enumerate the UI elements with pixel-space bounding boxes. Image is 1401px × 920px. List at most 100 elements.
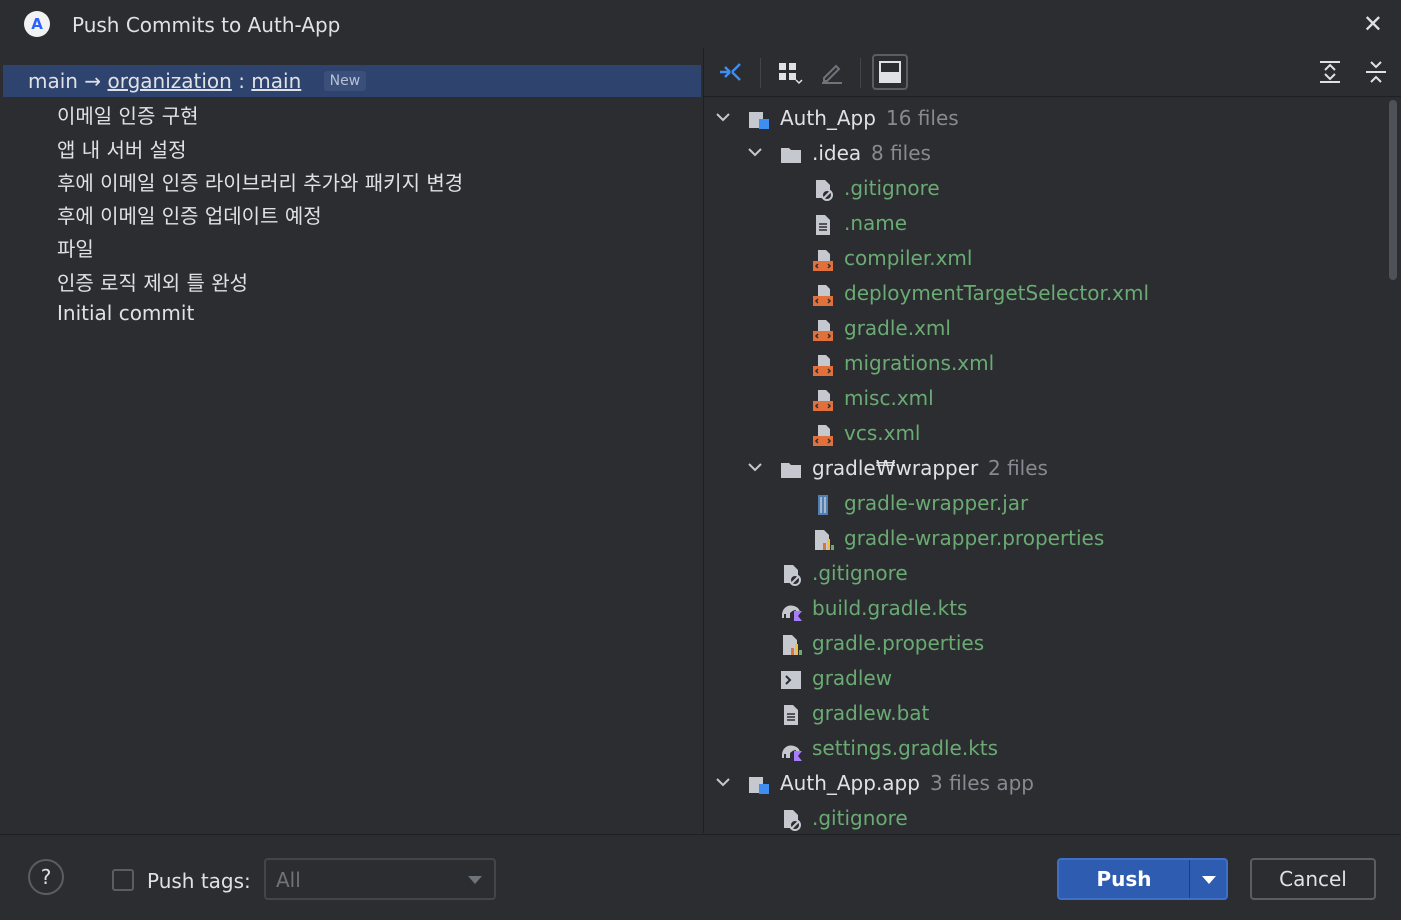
properties-file-icon: [780, 633, 802, 655]
tree-folder-row[interactable]: Auth_App 16 files: [704, 102, 1384, 134]
xml-file-icon: [812, 423, 834, 446]
tree-item-name: .gitignore: [844, 176, 940, 200]
remote-name-link[interactable]: organization: [107, 69, 231, 93]
tree-file-row[interactable]: gradlew: [704, 662, 1384, 694]
commit-item[interactable]: 파일: [57, 233, 94, 262]
close-icon[interactable]: ✕: [1363, 10, 1383, 38]
tree-item-name: gradlew.bat: [812, 701, 930, 725]
tree-file-row[interactable]: gradle-wrapper.jar: [704, 487, 1384, 519]
push-button[interactable]: Push: [1057, 858, 1228, 900]
xml-file-icon: [812, 248, 834, 271]
tree-item-name: settings.gradle.kts: [812, 736, 999, 760]
tree-file-row[interactable]: vcs.xml: [704, 417, 1384, 449]
tree-file-row[interactable]: build.gradle.kts: [704, 592, 1384, 624]
xml-file-icon: [812, 283, 834, 306]
properties-file-icon: [812, 528, 834, 550]
tree-item-name: gradle-wrapper.jar: [844, 491, 1029, 515]
edit-icon[interactable]: [818, 58, 846, 86]
xml-file-icon: [812, 388, 834, 411]
commit-item[interactable]: Initial commit: [57, 301, 194, 325]
group-by-icon[interactable]: [776, 58, 804, 86]
tree-folder-row[interactable]: Auth_App.app 3 files app: [704, 767, 1384, 799]
local-branch: main: [28, 69, 78, 93]
jar-file-icon: [812, 493, 834, 515]
tree-item-name: deploymentTargetSelector.xml: [844, 281, 1150, 305]
push-tags-label: Push tags:: [147, 869, 251, 893]
module-icon: [748, 773, 770, 795]
tree-file-row[interactable]: .name: [704, 207, 1384, 239]
tree-file-row[interactable]: gradle.xml: [704, 312, 1384, 344]
tree-item-name: compiler.xml: [844, 246, 973, 270]
folder-icon: [780, 458, 802, 480]
pin-icon[interactable]: [716, 58, 744, 86]
tree-file-row[interactable]: gradle.properties: [704, 627, 1384, 659]
commit-item[interactable]: 후에 이메일 인증 업데이트 예정: [57, 200, 322, 229]
preview-icon[interactable]: [872, 54, 908, 90]
xml-file-icon: [812, 318, 834, 341]
tree-item-count: 3 files app: [930, 771, 1034, 795]
tree-file-row[interactable]: settings.gradle.kts: [704, 732, 1384, 764]
remote-separator: :: [238, 69, 245, 93]
commit-item[interactable]: 후에 이메일 인증 라이브러리 추가와 패키지 변경: [57, 167, 463, 196]
tree-item-name: misc.xml: [844, 386, 934, 410]
tree-file-row[interactable]: gradlew.bat: [704, 697, 1384, 729]
expand-all-icon[interactable]: [1316, 58, 1344, 86]
tree-file-row[interactable]: deploymentTargetSelector.xml: [704, 277, 1384, 309]
tree-item-count: 2 files: [988, 456, 1048, 480]
gradle-kts-icon: [780, 598, 802, 621]
remote-branch-link[interactable]: main: [251, 69, 301, 93]
tree-file-row[interactable]: .gitignore: [704, 557, 1384, 589]
commit-item[interactable]: 인증 로직 제외 틀 완성: [57, 267, 248, 296]
help-button[interactable]: ?: [28, 859, 64, 895]
tags-select[interactable]: All: [264, 858, 496, 900]
toolbar-separator: [860, 58, 861, 88]
text-file-icon: [812, 213, 834, 235]
tree-item-name: gradle.xml: [844, 316, 951, 340]
commit-item[interactable]: 이메일 인증 구현: [57, 100, 199, 129]
tree-file-row[interactable]: misc.xml: [704, 382, 1384, 414]
tree-item-count: 16 files: [886, 106, 959, 130]
cancel-button[interactable]: Cancel: [1250, 858, 1376, 900]
ignore-file-icon: [780, 563, 802, 586]
tree-item-name: Auth_App: [780, 106, 876, 130]
tree-folder-row[interactable]: gradle₩wrapper 2 files: [704, 452, 1384, 484]
branch-target-row[interactable]: main → organization : main New: [3, 65, 701, 97]
tree-scrollbar[interactable]: [1389, 100, 1397, 280]
ignore-file-icon: [812, 178, 834, 201]
tree-file-row[interactable]: .gitignore: [704, 802, 1384, 834]
toolbar-separator: [760, 58, 761, 88]
tree-folder-row[interactable]: .idea 8 files: [704, 137, 1384, 169]
tree-file-row[interactable]: .gitignore: [704, 172, 1384, 204]
tree-file-row[interactable]: compiler.xml: [704, 242, 1384, 274]
tree-file-row[interactable]: gradle-wrapper.properties: [704, 522, 1384, 554]
tree-item-name: .idea: [812, 141, 862, 165]
tree-item-name: vcs.xml: [844, 421, 921, 445]
dialog-title: Push Commits to Auth-App: [72, 13, 341, 37]
tree-item-name: .gitignore: [812, 561, 908, 585]
ignore-file-icon: [780, 808, 802, 831]
push-options-chevron-icon[interactable]: [1202, 876, 1216, 884]
folder-icon: [780, 143, 802, 165]
android-studio-icon: A: [24, 11, 50, 37]
tree-item-name: .name: [844, 211, 908, 235]
tree-item-name: gradlew: [812, 666, 893, 690]
arrow-icon: →: [84, 69, 102, 93]
commit-item[interactable]: 앱 내 서버 설정: [57, 134, 186, 163]
shell-script-icon: [780, 668, 802, 690]
tree-item-name: gradle-wrapper.properties: [844, 526, 1105, 550]
changes-pane: Auth_App 16 files .idea 8 files .gitignore .n…: [704, 48, 1401, 833]
gradle-kts-icon: [780, 738, 802, 761]
tree-file-row[interactable]: migrations.xml: [704, 347, 1384, 379]
tree-item-name: gradle.properties: [812, 631, 985, 655]
tree-item-name: .gitignore: [812, 806, 908, 830]
xml-file-icon: [812, 353, 834, 376]
text-file-icon: [780, 703, 802, 725]
tags-select-value: All: [276, 868, 301, 892]
push-tags-checkbox[interactable]: [112, 869, 134, 891]
tree-item-name: Auth_App.app: [780, 771, 920, 795]
chevron-down-icon: [468, 876, 482, 884]
tree-item-name: gradle₩wrapper: [812, 456, 979, 480]
collapse-all-icon[interactable]: [1362, 58, 1390, 86]
dialog-titlebar: A Push Commits to Auth-App ✕: [0, 0, 1401, 49]
changes-toolbar: [704, 48, 1401, 97]
